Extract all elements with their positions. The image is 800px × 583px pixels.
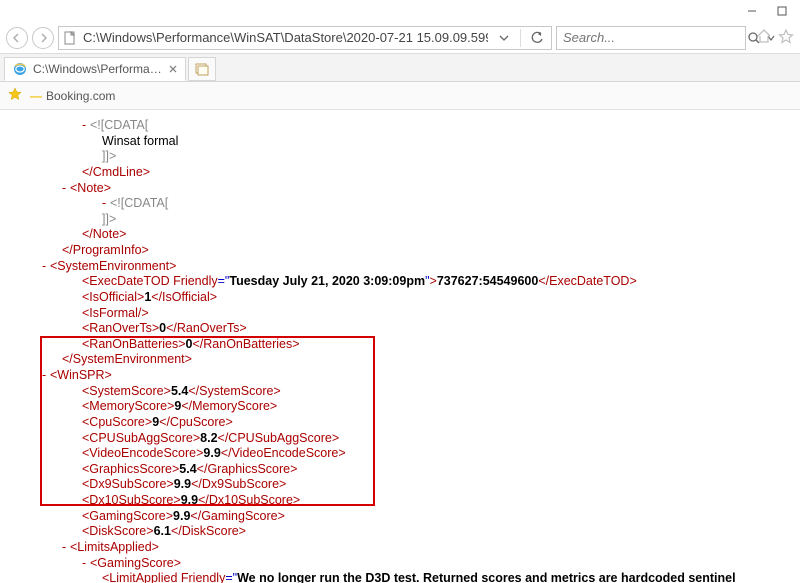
search-input[interactable] <box>563 30 741 45</box>
cpusubagg-close: </CPUSubAggScore> <box>218 431 340 445</box>
dx10-val: 9.9 <box>181 493 198 507</box>
sysenv-close-tag: </SystemEnvironment> <box>62 352 192 366</box>
ranonbatt-open: <RanOnBatteries> <box>82 337 186 351</box>
dx10-close: </Dx10SubScore> <box>198 493 300 507</box>
page-file-icon <box>63 31 77 45</box>
isofficial-open: <IsOfficial> <box>82 290 144 304</box>
chrome-right-icons <box>750 28 794 47</box>
cpusubagg-open: <CPUSubAggScore> <box>82 431 200 445</box>
nav-back-button[interactable] <box>6 27 28 49</box>
collapse-toggle[interactable]: - <box>82 118 90 134</box>
new-tab-button[interactable] <box>188 57 216 81</box>
cdata-close: ]]> <box>102 149 116 163</box>
cdata-open: <![CDATA[ <box>110 196 168 210</box>
cpusubagg-val: 8.2 <box>200 431 217 445</box>
ranonbatt-close: </RanOnBatteries> <box>193 337 300 351</box>
isofficial-close: </IsOfficial> <box>151 290 217 304</box>
winspr-open-tag: <WinSPR> <box>50 368 112 382</box>
disk-val: 6.1 <box>154 524 171 538</box>
note-close-tag: </Note> <box>82 227 126 241</box>
address-box <box>58 26 552 50</box>
videoenc-close: </VideoEncodeScore> <box>221 446 346 460</box>
address-input[interactable] <box>83 30 488 45</box>
favorites-bar: — Booking.com <box>0 82 800 110</box>
graphics-val: 5.4 <box>179 462 196 476</box>
collapse-toggle[interactable]: - <box>42 368 50 384</box>
collapse-toggle[interactable]: - <box>82 556 90 572</box>
favorites-button[interactable] <box>8 87 22 104</box>
friendly-attr: Friendly <box>173 274 217 288</box>
dx10-open: <Dx10SubScore> <box>82 493 181 507</box>
xml-viewer: -<![CDATA[ Winsat formal ]]> </CmdLine> … <box>0 110 800 583</box>
refresh-button[interactable] <box>527 31 547 45</box>
friendly-attr: Friendly <box>181 571 225 583</box>
cpuscore-open: <CpuScore> <box>82 415 152 429</box>
videoenc-val: 9.9 <box>203 446 220 460</box>
collapse-toggle[interactable]: - <box>102 196 110 212</box>
window-minimize-button[interactable] <box>738 2 766 20</box>
gaming-close: </GamingScore> <box>190 509 285 523</box>
tab-close-button[interactable] <box>169 65 177 73</box>
cdata-open: <![CDATA[ <box>90 118 148 132</box>
window-titlebar <box>0 0 800 22</box>
limitapplied-open: <LimitApplied <box>102 571 181 583</box>
collapse-toggle[interactable]: - <box>62 540 70 556</box>
favorite-item-booking[interactable]: Booking.com <box>46 89 115 103</box>
address-toolbar <box>0 22 800 54</box>
systemscore-val: 5.4 <box>171 384 188 398</box>
search-box <box>556 26 746 50</box>
dx9-open: <Dx9SubScore> <box>82 477 174 491</box>
limits-gaming-open: <GamingScore> <box>90 556 181 570</box>
gaming-open: <GamingScore> <box>82 509 173 523</box>
note-open-tag: <Note> <box>70 181 111 195</box>
graphics-close: </GraphicsScore> <box>197 462 298 476</box>
cmdline-close-tag: </CmdLine> <box>82 165 150 179</box>
videoenc-open: <VideoEncodeScore> <box>82 446 203 460</box>
ranoverts-close: </RanOverTs> <box>166 321 247 335</box>
collapse-toggle[interactable]: - <box>42 259 50 275</box>
execdatetod-close: </ExecDateTOD> <box>538 274 636 288</box>
execdatetod-val: 737627:54549600 <box>437 274 539 288</box>
ie-icon <box>13 62 27 76</box>
ranoverts-open: <RanOverTs> <box>82 321 159 335</box>
disk-close: </DiskScore> <box>171 524 246 538</box>
memoryscore-open: <MemoryScore> <box>82 399 174 413</box>
isformal-tag: <IsFormal/> <box>82 306 149 320</box>
graphics-open: <GraphicsScore> <box>82 462 179 476</box>
home-icon[interactable] <box>756 28 772 47</box>
disk-open: <DiskScore> <box>82 524 154 538</box>
sysenv-open-tag: <SystemEnvironment> <box>50 259 176 273</box>
friendly-val: Tuesday July 21, 2020 3:09:09pm <box>229 274 425 288</box>
memoryscore-close: </MemoryScore> <box>181 399 277 413</box>
tab-active[interactable]: C:\Windows\Performance\... <box>4 57 186 81</box>
collapse-toggle[interactable]: - <box>62 181 70 197</box>
systemscore-open: <SystemScore> <box>82 384 171 398</box>
nav-forward-button[interactable] <box>32 27 54 49</box>
dx9-val: 9.9 <box>174 477 191 491</box>
address-separator <box>520 29 521 47</box>
programinfo-close-tag: </ProgramInfo> <box>62 243 149 257</box>
systemscore-close: </SystemScore> <box>188 384 280 398</box>
tab-bar: C:\Windows\Performance\... <box>0 54 800 82</box>
cdata-close: ]]> <box>102 212 116 226</box>
dx9-close: </Dx9SubScore> <box>191 477 286 491</box>
gaming-val: 9.9 <box>173 509 190 523</box>
ranonbatt-val: 0 <box>186 337 193 351</box>
cpuscore-close: </CpuScore> <box>159 415 233 429</box>
address-history-dropdown[interactable] <box>494 33 514 43</box>
execdatetod-open: <ExecDateTOD <box>82 274 173 288</box>
bookmark-icon: — <box>30 89 38 103</box>
limitsapplied-open: <LimitsApplied> <box>70 540 159 554</box>
cdata-text: Winsat formal <box>102 134 178 148</box>
tab-label: C:\Windows\Performance\... <box>33 62 163 76</box>
favorites-icon[interactable] <box>778 28 794 47</box>
window-maximize-button[interactable] <box>768 2 796 20</box>
